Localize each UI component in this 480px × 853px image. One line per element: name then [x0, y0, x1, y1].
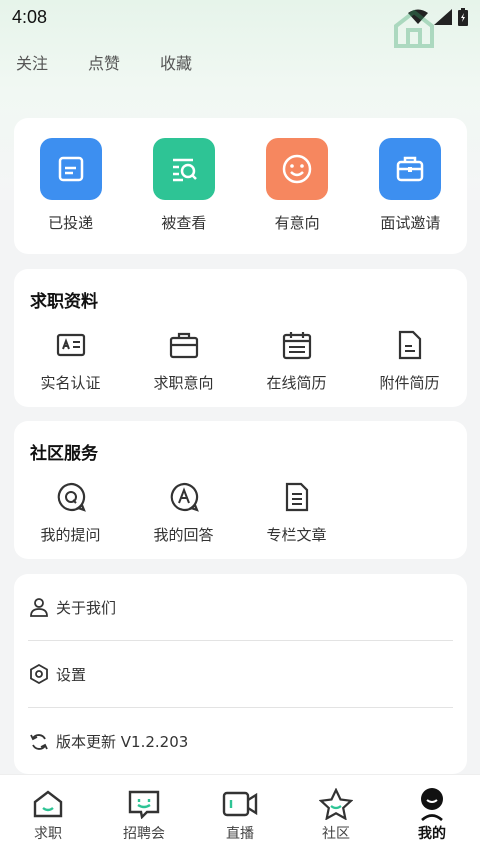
- job-intention-label: 求职意向: [153, 374, 214, 392]
- application-status-card: 已投递 被查看 有意向 面试邀请: [14, 118, 467, 254]
- id-card-icon: [54, 328, 88, 362]
- column-articles-label: 专栏文章: [266, 526, 327, 544]
- nav-job-fair[interactable]: 招聘会: [96, 775, 192, 853]
- online-resume-label: 在线简历: [266, 374, 327, 392]
- tab-follow[interactable]: 关注: [16, 50, 48, 74]
- job-profile-title: 求职资料: [30, 292, 98, 312]
- search-document-icon: [152, 138, 215, 200]
- nav-live[interactable]: 直播: [192, 775, 288, 853]
- settings-menu-card: 关于我们 设置 版本更新 V1.2.203: [14, 574, 467, 774]
- question-bubble-icon: [54, 480, 88, 514]
- version-update-label: 版本更新 V1.2.203: [56, 733, 189, 751]
- my-questions-label: 我的提问: [40, 526, 101, 544]
- online-resume-button[interactable]: 在线简历: [240, 328, 353, 393]
- refresh-icon: [28, 731, 50, 753]
- settings-label: 设置: [56, 665, 87, 684]
- signal-icon: [434, 9, 452, 25]
- status-time: 4:08: [12, 6, 48, 27]
- article-icon: [280, 480, 314, 514]
- tab-likes[interactable]: 点赞: [88, 50, 120, 74]
- nav-job-fair-label: 招聘会: [123, 826, 165, 842]
- briefcase-icon: [379, 138, 442, 200]
- my-answers-button[interactable]: 我的回答: [127, 480, 240, 545]
- smile-icon: [266, 138, 329, 200]
- star-icon: [318, 787, 354, 821]
- delivered-label: 已投递: [48, 214, 94, 232]
- nav-live-label: 直播: [226, 826, 254, 842]
- settings-icon: [28, 663, 50, 685]
- delivered-button[interactable]: 已投递: [21, 138, 121, 233]
- chat-smile-icon: [126, 787, 162, 821]
- nav-job-search-label: 求职: [34, 826, 62, 842]
- nav-community-label: 社区: [322, 826, 350, 842]
- attachment-resume-label: 附件简历: [379, 374, 440, 392]
- interview-invite-label: 面试邀请: [380, 214, 441, 232]
- nav-mine-label: 我的: [418, 826, 446, 842]
- calendar-resume-icon: [280, 328, 314, 362]
- tab-favorites[interactable]: 收藏: [160, 50, 192, 74]
- about-us-label: 关于我们: [56, 598, 117, 617]
- column-articles-button[interactable]: 专栏文章: [240, 480, 353, 545]
- user-icon: [28, 596, 50, 618]
- my-answers-label: 我的回答: [153, 526, 214, 544]
- menu-about-us[interactable]: 关于我们: [28, 574, 453, 641]
- home-icon: [30, 787, 66, 821]
- battery-icon: [458, 8, 468, 26]
- community-services-card: 社区服务 我的提问 我的回答 专栏文章: [14, 421, 467, 559]
- answer-bubble-icon: [167, 480, 201, 514]
- video-icon: [222, 787, 258, 821]
- menu-version-update[interactable]: 版本更新 V1.2.203: [28, 708, 453, 775]
- file-icon: [393, 328, 427, 362]
- menu-settings[interactable]: 设置: [28, 641, 453, 708]
- profile-icon: [414, 787, 450, 821]
- nav-job-search[interactable]: 求职: [0, 775, 96, 853]
- attachment-resume-button[interactable]: 附件简历: [353, 328, 466, 393]
- real-name-auth-label: 实名认证: [40, 374, 101, 392]
- interested-label: 有意向: [274, 214, 320, 232]
- real-name-auth-button[interactable]: 实名认证: [14, 328, 127, 393]
- community-title: 社区服务: [30, 444, 98, 464]
- viewed-label: 被查看: [161, 214, 207, 232]
- my-questions-button[interactable]: 我的提问: [14, 480, 127, 545]
- nav-mine[interactable]: 我的: [384, 775, 480, 853]
- interview-invite-button[interactable]: 面试邀请: [360, 138, 460, 233]
- job-intention-button[interactable]: 求职意向: [127, 328, 240, 393]
- house-watermark-icon: [394, 9, 434, 48]
- interested-button[interactable]: 有意向: [247, 138, 347, 233]
- briefcase-icon: [167, 328, 201, 362]
- bottom-navigation: 求职 招聘会 直播 社区 我的: [0, 774, 480, 853]
- top-tabs: 关注 点赞 收藏: [16, 50, 192, 74]
- job-profile-card: 求职资料 实名认证 求职意向 在线简历 附件简历: [14, 269, 467, 407]
- viewed-button[interactable]: 被查看: [134, 138, 234, 233]
- document-icon: [39, 138, 102, 200]
- nav-community[interactable]: 社区: [288, 775, 384, 853]
